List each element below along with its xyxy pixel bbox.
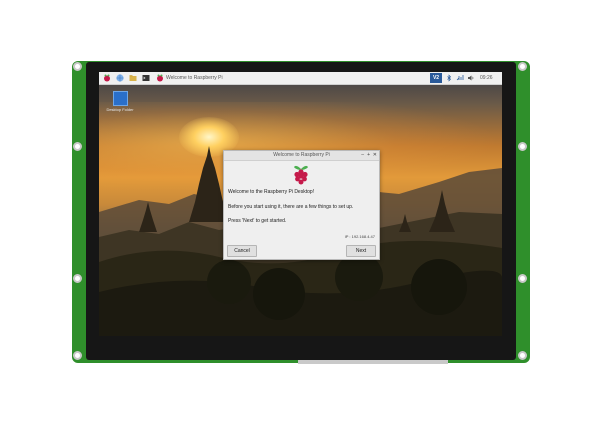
minimize-button[interactable]: ‒ <box>361 151 364 160</box>
dialog-instruction: Press 'Next' to get started. <box>228 218 287 224</box>
desktop-folder-icon[interactable] <box>113 91 128 106</box>
volume-icon[interactable] <box>467 74 475 82</box>
clock[interactable]: 09:26 <box>480 74 493 82</box>
dialog-body: Before you start using it, there are a f… <box>228 204 354 210</box>
close-button[interactable]: ✕ <box>373 151 377 160</box>
mount-hole-bottom-right <box>518 351 527 360</box>
screen: Welcome to Raspberry Pi V2 09:26 Desktop… <box>99 72 502 336</box>
bluetooth-icon[interactable] <box>445 74 453 82</box>
dialog-titlebar: Welcome to Raspberry Pi ‒ + ✕ <box>224 151 379 161</box>
maximize-button[interactable]: + <box>367 151 370 160</box>
taskbar: Welcome to Raspberry Pi V2 09:26 <box>99 72 502 85</box>
mount-hole-mid-left-2 <box>73 274 82 283</box>
next-button[interactable]: Next <box>346 245 376 257</box>
menu-raspberry-icon[interactable] <box>103 74 111 82</box>
fpc-connector <box>298 360 448 364</box>
desktop-icon-label: Desktop Folder <box>106 107 134 112</box>
globe-icon[interactable] <box>116 74 124 82</box>
mount-hole-top-left <box>73 62 82 71</box>
vnc-icon[interactable]: V2 <box>430 73 442 83</box>
dialog-title: Welcome to Raspberry Pi <box>273 152 330 158</box>
folder-icon[interactable] <box>129 74 137 82</box>
ip-address: IP : 192.168.4.47 <box>344 234 375 239</box>
active-app-label[interactable]: Welcome to Raspberry Pi <box>166 74 223 82</box>
mount-hole-bottom-left <box>73 351 82 360</box>
network-icon[interactable] <box>456 74 464 82</box>
mount-hole-mid-right-1 <box>518 142 527 151</box>
active-app-raspberry-icon[interactable] <box>156 74 164 82</box>
mount-hole-mid-left-1 <box>73 142 82 151</box>
dialog-heading: Welcome to the Raspberry Pi Desktop! <box>228 189 315 195</box>
cancel-button[interactable]: Cancel <box>227 245 257 257</box>
terminal-icon[interactable] <box>142 74 150 82</box>
mount-hole-mid-right-2 <box>518 274 527 283</box>
mount-hole-top-right <box>518 62 527 71</box>
welcome-dialog: Welcome to Raspberry Pi ‒ + ✕ Welcome to… <box>223 150 380 260</box>
raspberry-pi-logo-icon <box>294 165 308 185</box>
